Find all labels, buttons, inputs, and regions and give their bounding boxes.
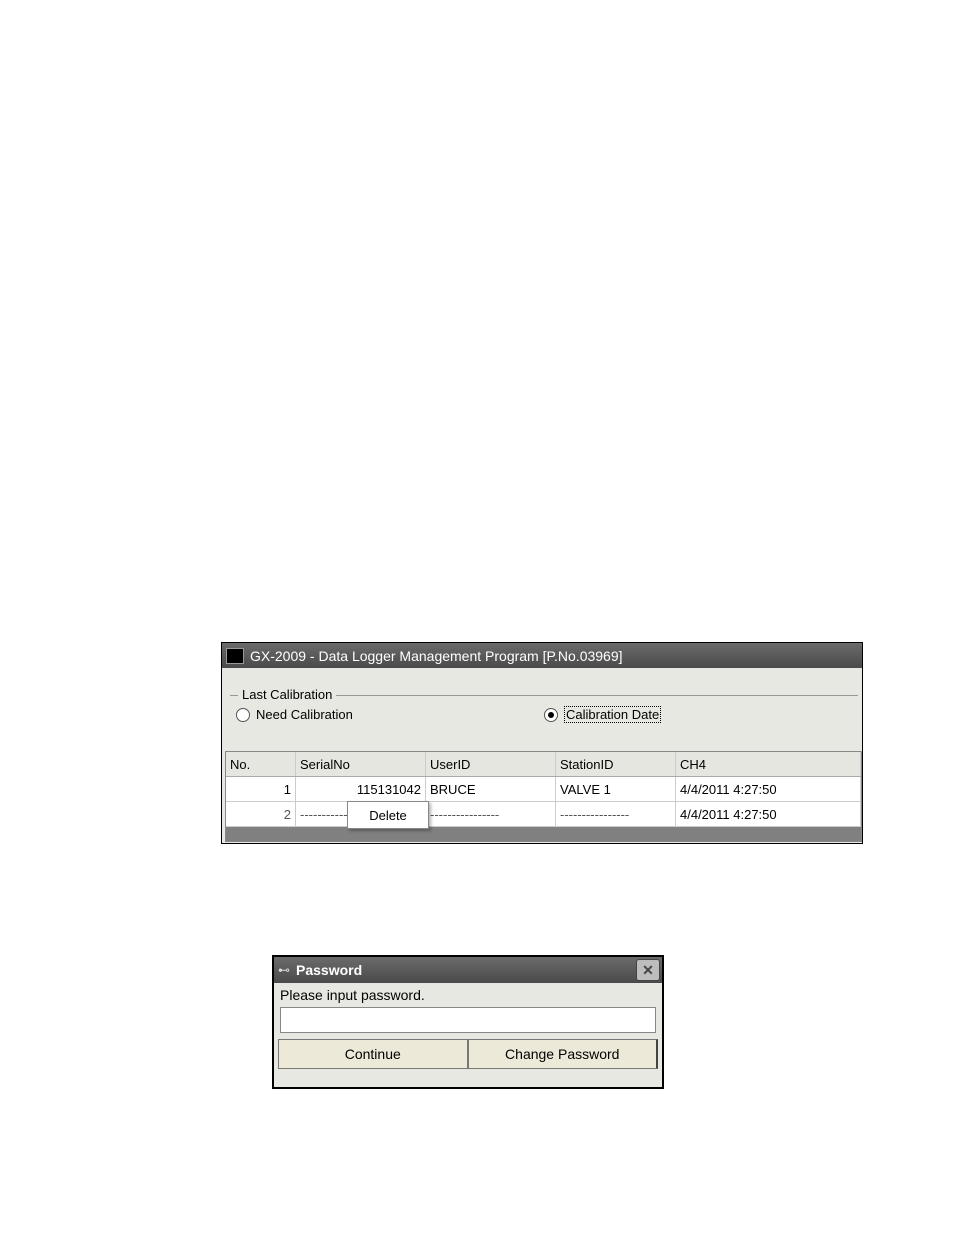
button-row: Continue Change Password [278, 1039, 658, 1069]
group-legend: Last Calibration [238, 687, 336, 702]
calibration-table[interactable]: No. SerialNo UserID StationID CH4 1 1151… [225, 751, 862, 842]
col-no[interactable]: No. [226, 752, 296, 776]
data-logger-window: GX-2009 - Data Logger Management Program… [221, 642, 863, 844]
continue-button[interactable]: Continue [278, 1039, 468, 1069]
col-ch4[interactable]: CH4 [676, 752, 861, 776]
change-password-button[interactable]: Change Password [468, 1039, 659, 1069]
dialog-title: Password [296, 962, 362, 978]
table-header: No. SerialNo UserID StationID CH4 [226, 752, 861, 777]
app-icon [226, 648, 244, 664]
radio-icon [236, 708, 250, 722]
password-dialog: ⊷ Password ✕ Please input password. Cont… [272, 955, 664, 1089]
context-menu-delete[interactable]: Delete [347, 801, 429, 829]
cell: VALVE 1 [556, 777, 676, 801]
radio-label: Need Calibration [256, 707, 353, 722]
col-user[interactable]: UserID [426, 752, 556, 776]
window-title: GX-2009 - Data Logger Management Program… [250, 648, 623, 664]
radio-icon [544, 708, 558, 722]
password-input[interactable] [280, 1007, 656, 1033]
table-row[interactable]: 2 ----------- ---------------- ---------… [226, 802, 861, 827]
radio-label: Calibration Date [564, 706, 661, 723]
cell: 115131042 [296, 777, 426, 801]
cell: 1 [226, 777, 296, 801]
cell: ---------------- [556, 802, 676, 826]
titlebar: ⊷ Password ✕ [274, 957, 662, 983]
cell: 2 [226, 802, 296, 826]
close-button[interactable]: ✕ [636, 959, 660, 981]
titlebar: GX-2009 - Data Logger Management Program… [222, 643, 862, 668]
radio-calibration-date[interactable]: Calibration Date [544, 706, 852, 723]
cell: 4/4/2011 4:27:50 [676, 802, 861, 826]
col-station[interactable]: StationID [556, 752, 676, 776]
cell: ---------------- [426, 802, 556, 826]
radio-need-calibration[interactable]: Need Calibration [236, 706, 544, 723]
cell: 4/4/2011 4:27:50 [676, 777, 861, 801]
last-calibration-group: Last Calibration Need Calibration Calibr… [230, 695, 858, 746]
table-footer [226, 827, 861, 841]
cell: BRUCE [426, 777, 556, 801]
password-prompt: Please input password. [274, 983, 662, 1007]
key-icon: ⊷ [278, 963, 290, 977]
col-serial[interactable]: SerialNo [296, 752, 426, 776]
table-row[interactable]: 1 115131042 BRUCE VALVE 1 4/4/2011 4:27:… [226, 777, 861, 802]
